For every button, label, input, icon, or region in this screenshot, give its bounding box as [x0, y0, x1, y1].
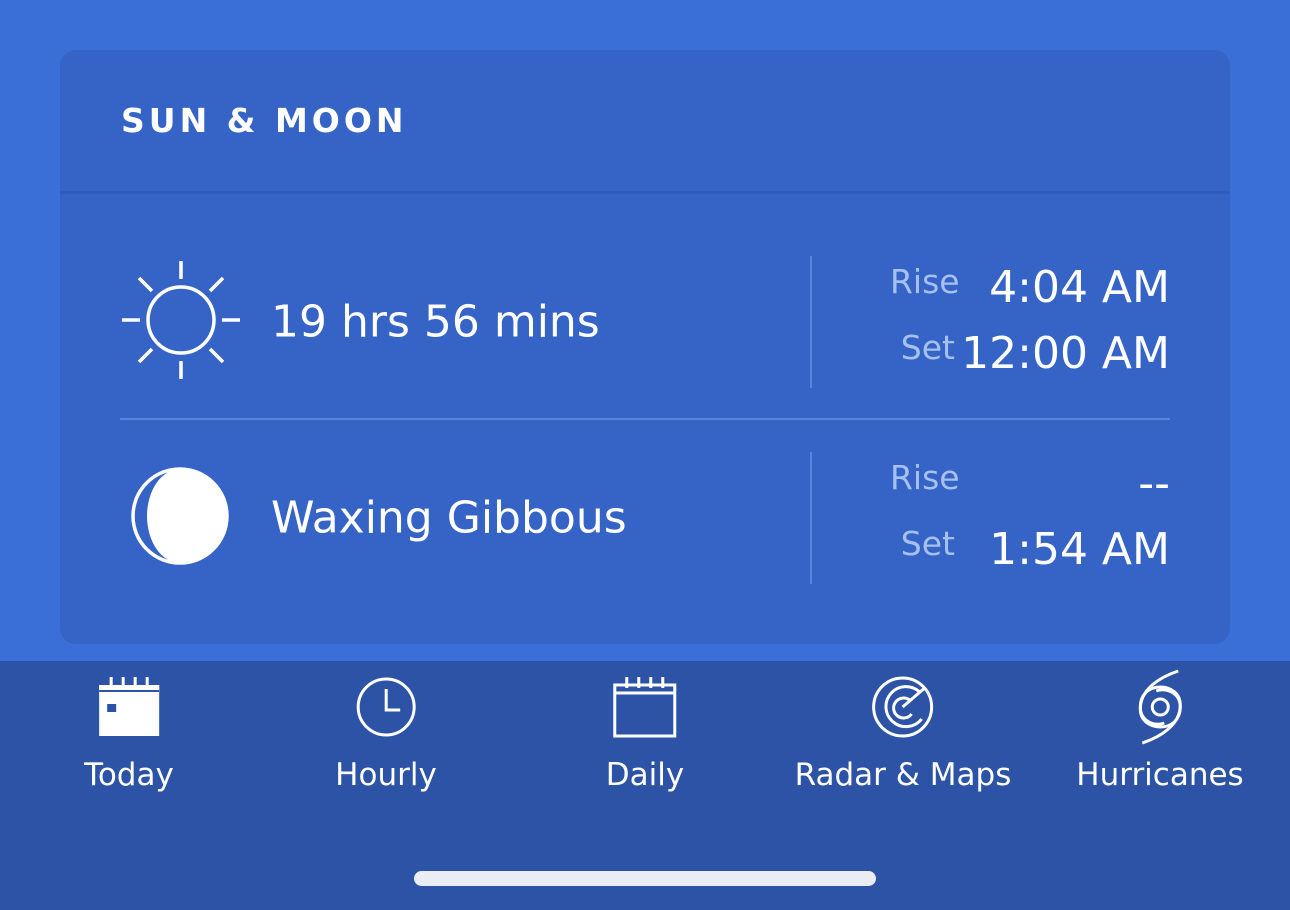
sun-row: 19 hrs 56 mins Rise 4:04 AM Set 12:00 AM — [120, 224, 1170, 420]
sunrise-label: Rise — [890, 262, 960, 301]
moonrise-time: -- — [1138, 458, 1170, 509]
radar-icon — [795, 671, 1012, 743]
clock-icon — [335, 671, 437, 743]
sun-divider — [810, 256, 812, 388]
card-header: SUN & MOON — [60, 50, 1230, 194]
nav-daily[interactable]: Daily — [606, 671, 684, 811]
calendar-icon — [606, 671, 684, 743]
nav-today[interactable]: Today — [84, 671, 174, 811]
sun-times: Rise 4:04 AM Set 12:00 AM — [890, 256, 1170, 388]
nav-radar-maps[interactable]: Radar & Maps — [794, 671, 1012, 811]
sunset-label: Set — [900, 328, 955, 367]
day-length: 19 hrs 56 mins — [271, 296, 600, 348]
nav-hourly-label: Hourly — [335, 757, 437, 793]
nav-hourly[interactable]: Hourly — [335, 671, 437, 811]
home-indicator[interactable] — [414, 871, 876, 886]
moon-times: Rise -- Set 1:54 AM — [890, 452, 1170, 584]
sun-moon-card: SUN & MOON 19 hrs 56 mins Rise 4:04 AM S… — [60, 50, 1230, 644]
moon-phase-icon — [130, 466, 230, 570]
nav-radar-maps-label: Radar & Maps — [794, 757, 1012, 793]
nav-today-label: Today — [84, 757, 174, 793]
moonrise-label: Rise — [890, 458, 960, 497]
moon-row: Waxing Gibbous Rise -- Set 1:54 AM — [120, 420, 1170, 616]
sunrise-time: 4:04 AM — [989, 262, 1170, 313]
nav-daily-label: Daily — [605, 757, 685, 793]
moon-phase: Waxing Gibbous — [271, 492, 627, 544]
moonset-label: Set — [900, 524, 955, 563]
nav-hurricanes-label: Hurricanes — [1076, 757, 1244, 793]
calendar-today-icon — [84, 671, 174, 743]
hurricane-icon — [1076, 669, 1243, 745]
nav-hurricanes[interactable]: Hurricanes — [1076, 669, 1244, 811]
sunset-time: 12:00 AM — [961, 328, 1170, 379]
moonset-time: 1:54 AM — [989, 524, 1170, 575]
sun-icon — [120, 259, 242, 385]
moon-divider — [810, 452, 812, 584]
card-title: SUN & MOON — [121, 101, 408, 140]
